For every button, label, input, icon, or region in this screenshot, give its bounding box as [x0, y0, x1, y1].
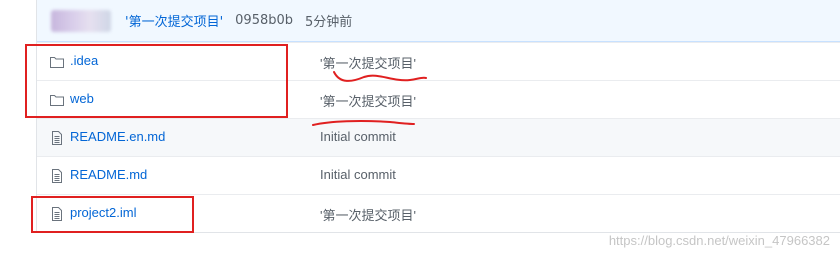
- file-row-readme[interactable]: README.md Initial commit: [37, 156, 840, 194]
- file-row-readme-en[interactable]: README.en.md Initial commit: [37, 118, 840, 156]
- file-name[interactable]: README.en.md: [70, 129, 165, 144]
- file-icon: [49, 130, 65, 146]
- commit-time: 5分钟前: [305, 15, 353, 30]
- watermark-text: https://blog.csdn.net/weixin_47966382: [608, 233, 830, 248]
- file-icon: [49, 168, 65, 184]
- annotation-box-folders: [25, 44, 288, 118]
- commit-message[interactable]: '第一次提交项目': [125, 11, 223, 30]
- author-avatar[interactable]: [51, 9, 111, 32]
- file-commit-message[interactable]: '第一次提交项目': [320, 53, 416, 72]
- latest-commit-bar: '第一次提交项目' 0958b0b 5分钟前: [37, 0, 840, 42]
- commit-sha[interactable]: 0958b0b: [235, 13, 293, 28]
- annotation-box-iml: [31, 196, 194, 233]
- file-name[interactable]: README.md: [70, 167, 147, 182]
- file-commit-message[interactable]: Initial commit: [320, 167, 396, 182]
- file-commit-message[interactable]: '第一次提交项目': [320, 205, 416, 224]
- file-commit-message[interactable]: Initial commit: [320, 129, 396, 144]
- file-commit-message[interactable]: '第一次提交项目': [320, 91, 416, 110]
